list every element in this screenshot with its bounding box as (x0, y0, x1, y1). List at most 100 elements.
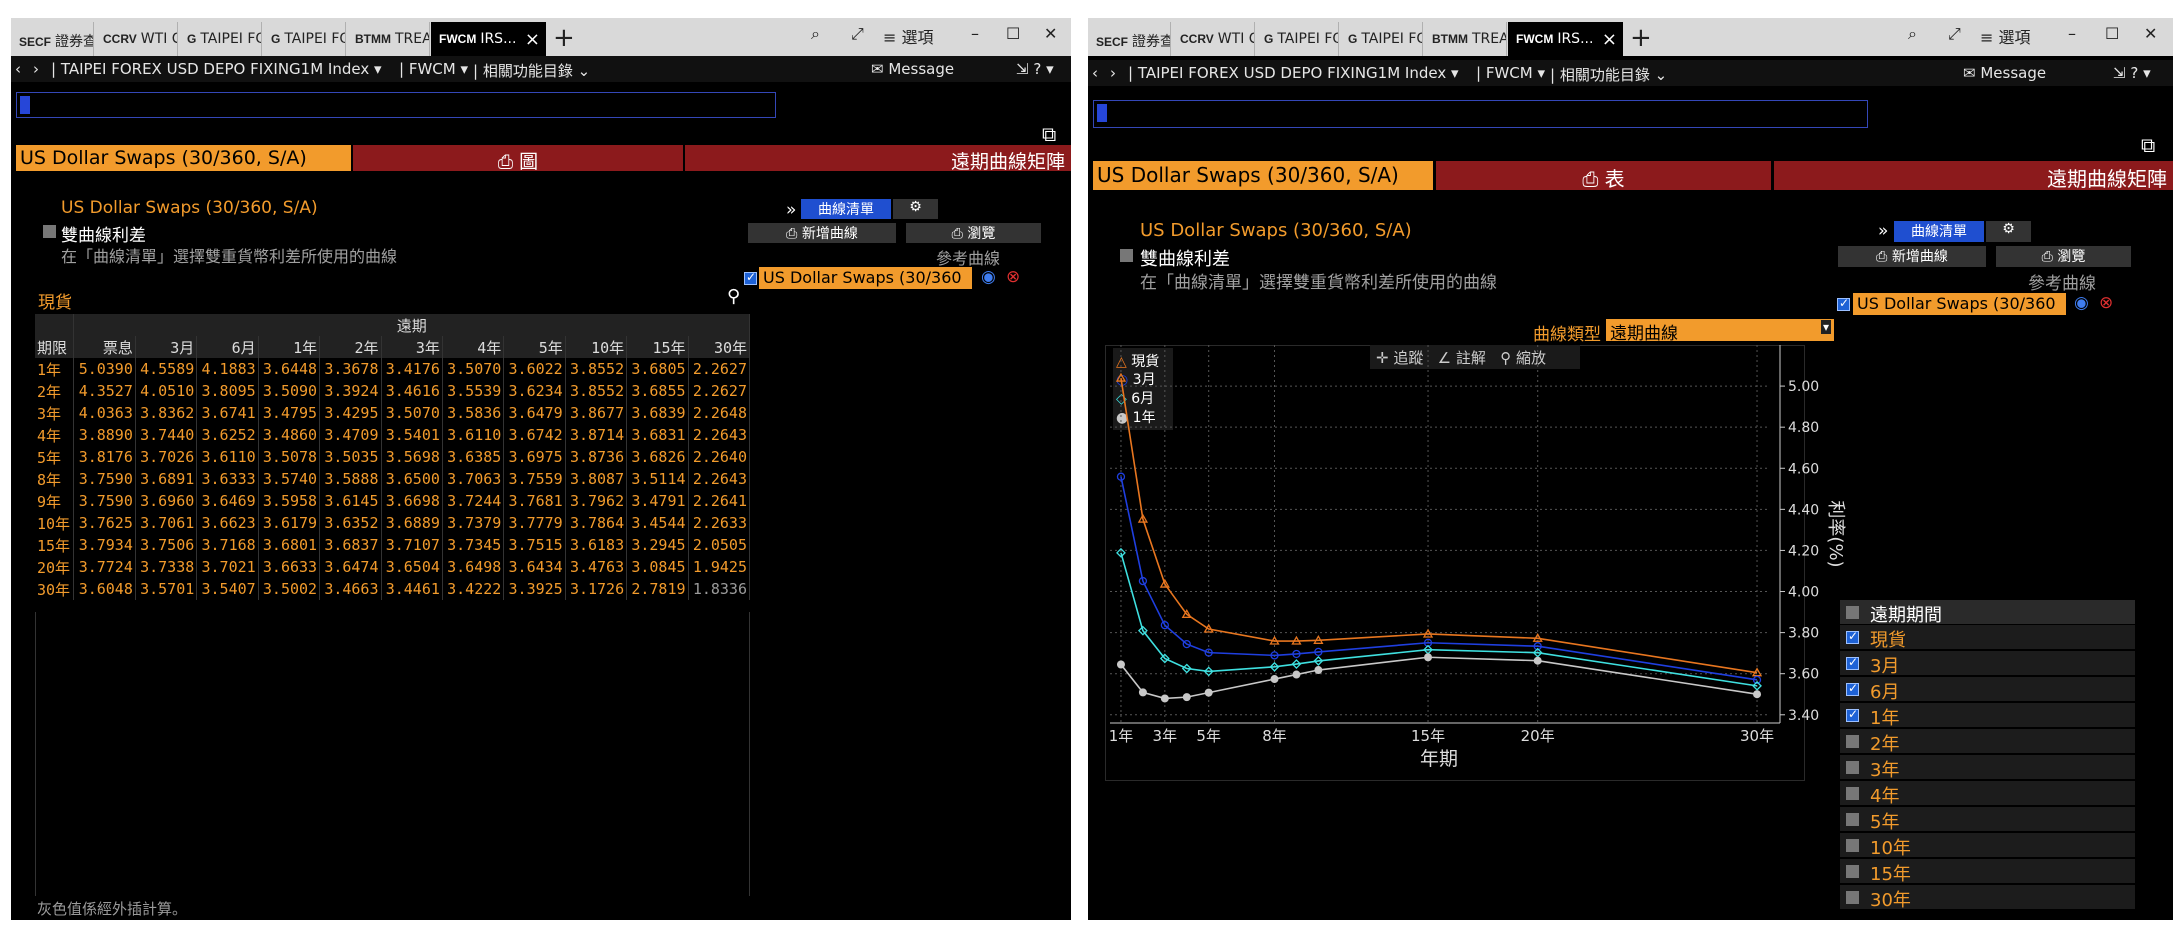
curve-list-button[interactable]: 曲線清單 (801, 199, 891, 219)
forward-period-item[interactable]: 4年 (1840, 781, 2135, 807)
related-functions-menu[interactable]: | 相關功能目錄 ⌄ (1550, 64, 1667, 85)
remove-curve-icon[interactable]: ⊗ (2099, 293, 2113, 313)
period-checkbox[interactable] (1846, 891, 1859, 904)
forward-period-item[interactable]: 6月 (1840, 677, 2135, 703)
back-icon[interactable]: ‹ (15, 60, 21, 78)
minimize-icon[interactable]: – (2068, 24, 2076, 43)
command-line-input[interactable] (1093, 100, 1868, 128)
period-checkbox[interactable] (1846, 735, 1859, 748)
expand-icon[interactable]: ⤢ (851, 24, 864, 44)
forward-matrix-button[interactable]: 遠期曲線矩陣 (685, 145, 1071, 173)
minimize-icon[interactable]: – (971, 24, 979, 43)
close-window-icon[interactable]: ✕ (1044, 24, 1057, 43)
period-checkbox[interactable] (1846, 787, 1859, 800)
forward-period-item[interactable]: 10年 (1840, 833, 2135, 859)
add-tab-icon[interactable]: + (553, 23, 575, 53)
security-selector[interactable]: | TAIPEI FOREX USD DEPO FIXING1M Index ▾ (1128, 64, 1459, 82)
search-icon[interactable]: ⌕ (811, 24, 820, 44)
period-checkbox[interactable] (1846, 839, 1859, 852)
maximize-icon[interactable]: ☐ (2105, 24, 2119, 43)
tab-fwcm[interactable]: FWCM IRS... × (431, 22, 546, 56)
export-icon[interactable]: ⇲ ? ▾ (2113, 64, 2151, 82)
select-all-checkbox[interactable] (1846, 606, 1859, 619)
search-icon[interactable]: ⌕ (1908, 24, 1917, 44)
gear-icon[interactable]: ⚙ (1986, 221, 2031, 242)
expand-icon[interactable]: ⤢ (1948, 24, 1961, 44)
tab-secf[interactable]: SECF證券查... (11, 22, 94, 56)
period-checkbox[interactable] (1846, 629, 1859, 644)
tab-ccrv[interactable]: CCRVWTI C... (95, 22, 178, 56)
message-button[interactable]: ✉ Message (1963, 64, 2046, 82)
period-checkbox[interactable] (1846, 865, 1859, 878)
tab-fwcm[interactable]: FWCM IRS... × (1508, 22, 1623, 56)
curve-entry-checkbox[interactable] (1837, 296, 1850, 311)
tab-secf[interactable]: SECF證券查... (1088, 22, 1171, 56)
new-curve-button[interactable]: ⎙ 新增曲線 (1838, 246, 1986, 267)
forward-period-item[interactable]: 2年 (1840, 729, 2135, 755)
table-cell: 3.7934 (73, 534, 136, 556)
popout-icon[interactable]: ⧉ (1042, 122, 1056, 146)
options-menu[interactable]: ≡ 選項 (1980, 24, 2031, 48)
settings-circle-icon[interactable]: ◉ (981, 267, 996, 287)
tab-ccrv[interactable]: CCRVWTI C... (1172, 22, 1255, 56)
forward-period-item[interactable]: 30年 (1840, 885, 2135, 911)
maximize-icon[interactable]: ☐ (1006, 24, 1020, 43)
forward-period-item[interactable]: 3月 (1840, 651, 2135, 677)
zoom-icon[interactable]: ⚲ (727, 286, 740, 307)
related-functions-menu[interactable]: | 相關功能目錄 ⌄ (473, 60, 590, 81)
forward-period-item[interactable]: 5年 (1840, 807, 2135, 833)
new-curve-button[interactable]: ⎙ 新增曲線 (748, 223, 896, 243)
tab-taipei-1[interactable]: GTAIPEI FO... (179, 22, 262, 56)
function-selector[interactable]: | FWCM ▾ (399, 60, 468, 78)
browse-button[interactable]: ⎙ 瀏覽 (906, 223, 1041, 243)
forward-period-item[interactable]: 15年 (1840, 859, 2135, 885)
curve-list-button[interactable]: 曲線清單 (1894, 221, 1984, 242)
curve-type-select[interactable]: 遠期曲線 ▾ (1606, 319, 1834, 344)
remove-curve-icon[interactable]: ⊗ (1006, 267, 1020, 287)
dual-curve-checkbox[interactable] (1120, 249, 1133, 262)
tab-btmm[interactable]: BTMMTREA... (1424, 22, 1507, 56)
export-icon[interactable]: ⇲ ? ▾ (1016, 60, 1054, 78)
forward-period-item[interactable]: 1年 (1840, 703, 2135, 729)
tab-taipei-2[interactable]: GTAIPEI FO... (263, 22, 346, 56)
collapse-icon[interactable]: » (786, 200, 796, 220)
back-icon[interactable]: ‹ (1092, 64, 1098, 82)
tab-btmm[interactable]: BTMMTREA... (347, 22, 430, 56)
browse-button[interactable]: ⎙ 瀏覽 (1996, 246, 2131, 267)
forward-icon[interactable]: › (1110, 64, 1116, 82)
tab-taipei-2[interactable]: GTAIPEI FO... (1340, 22, 1423, 56)
options-menu[interactable]: ≡ 選項 (883, 24, 934, 48)
curve-entry-checkbox[interactable] (744, 270, 757, 285)
function-selector[interactable]: | FWCM ▾ (1476, 64, 1545, 82)
period-checkbox[interactable] (1846, 707, 1859, 722)
chevron-down-icon[interactable]: ▾ (1820, 320, 1831, 334)
close-tab-icon[interactable]: × (525, 29, 540, 50)
curve-entry[interactable]: US Dollar Swaps (30/360 (759, 267, 972, 289)
period-checkbox[interactable] (1846, 761, 1859, 774)
settings-circle-icon[interactable]: ◉ (2074, 293, 2089, 313)
gear-icon[interactable]: ⚙ (893, 199, 938, 219)
period-checkbox[interactable] (1846, 655, 1859, 670)
forward-period-item[interactable]: 3年 (1840, 755, 2135, 781)
forward-rate-table: 遠期 期限 票息 3月 6月 1年 2年 3年 4年 5年 10年 15年 30年 1年 5.0… (35, 314, 751, 600)
collapse-icon[interactable]: » (1878, 221, 1888, 241)
forward-icon[interactable]: › (33, 60, 39, 78)
message-button[interactable]: ✉ Message (871, 60, 954, 78)
row-tenor: 30年 (35, 578, 75, 600)
tab-taipei-1[interactable]: GTAIPEI FO... (1256, 22, 1339, 56)
forward-period-item[interactable]: 現貨 (1840, 625, 2135, 651)
period-checkbox[interactable] (1846, 813, 1859, 826)
add-tab-icon[interactable]: + (1630, 23, 1652, 53)
command-line-input[interactable] (16, 92, 776, 118)
close-tab-icon[interactable]: × (1602, 29, 1617, 50)
forward-matrix-button[interactable]: 遠期曲線矩陣 (1774, 161, 2173, 191)
security-selector[interactable]: | TAIPEI FOREX USD DEPO FIXING1M Index ▾ (51, 60, 382, 78)
dual-curve-checkbox[interactable] (43, 225, 56, 238)
popout-icon[interactable]: ⧉ (2141, 133, 2155, 157)
data-point (1204, 688, 1213, 697)
close-window-icon[interactable]: ✕ (2144, 24, 2157, 43)
period-checkbox[interactable] (1846, 681, 1859, 696)
curve-entry[interactable]: US Dollar Swaps (30/360 (1853, 293, 2066, 315)
view-table-button[interactable]: ⎙ 表 (1436, 161, 1771, 191)
view-chart-button[interactable]: ⎙ 圖 (353, 145, 683, 173)
